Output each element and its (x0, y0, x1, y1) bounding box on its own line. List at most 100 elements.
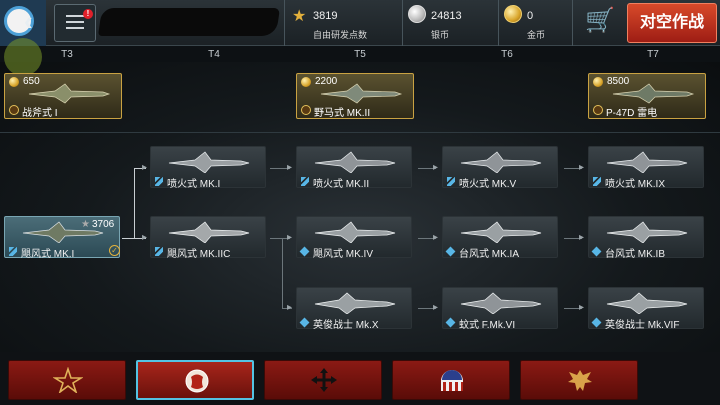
rank-icon (593, 177, 601, 186)
silver-value: 24813 (431, 10, 462, 22)
rank-icon (9, 247, 17, 256)
rank-icon (591, 246, 602, 257)
check-icon: ✓ (109, 245, 120, 256)
plane-card[interactable]: 喷火式 MK.II (296, 146, 412, 190)
arrow-right-icon: ▸ (579, 232, 585, 243)
rank-icon (447, 177, 455, 186)
plane-name: 英俊战士 Mk.X (313, 320, 379, 331)
plane-name: 喷火式 MK.IX (605, 179, 666, 190)
rank-icon (155, 247, 163, 256)
plane-icon (28, 83, 111, 104)
plane-icon (612, 83, 695, 104)
plane-name: 喷火式 MK.V (459, 179, 517, 190)
arrow-right-icon: ▸ (433, 232, 439, 243)
arrow-right-icon: ▸ (287, 302, 293, 313)
arrow-right-icon: ▸ (142, 162, 148, 173)
plane-icon (314, 292, 396, 314)
premium-plane-name: P-47D 雷电 (606, 108, 658, 119)
arrow-right-icon: ▸ (579, 302, 585, 313)
redacted-username (98, 8, 280, 36)
plane-card-start[interactable]: ★ 3706 飓风式 MK.I ✓ (4, 216, 120, 260)
nation-tab-germany[interactable] (520, 360, 638, 400)
plane-name: 喷火式 MK.II (313, 179, 370, 190)
plane-icon (320, 83, 403, 104)
plane-card[interactable]: 飓风式 MK.IV (296, 216, 412, 260)
plane-card[interactable]: 喷火式 MK.V (442, 146, 558, 190)
arrow-right-icon: ▸ (433, 302, 439, 313)
arrow-right-icon: ▸ (142, 232, 148, 243)
menu-button[interactable]: ! (54, 4, 96, 42)
premium-plane-name: 野马式 MK.II (314, 108, 371, 119)
tree-connector (282, 238, 283, 308)
tier-label: T6 (501, 49, 513, 60)
research-points-display: ★ 3819 自由研发点数 (284, 0, 402, 46)
plane-name: 飓风式 MK.IIC (167, 249, 231, 260)
plane-name: 飓风式 MK.IV (313, 249, 374, 260)
arrow-right-icon: ▸ (433, 162, 439, 173)
gold-coin-icon (593, 77, 603, 87)
shop-button[interactable]: 🛒 (572, 0, 622, 46)
plane-card[interactable]: 台风式 MK.IA (442, 216, 558, 260)
premium-plane-card[interactable]: 650 战斧式 I (4, 73, 122, 119)
gold-coin-icon (504, 5, 522, 23)
plane-icon (460, 151, 542, 173)
plane-icon (460, 221, 542, 243)
plane-name: 英俊战士 Mk.VIF (605, 320, 680, 331)
premium-plane-card[interactable]: 2200 野马式 MK.II (296, 73, 414, 119)
plane-card[interactable]: 飓风式 MK.IIC (150, 216, 266, 260)
divider (0, 132, 720, 133)
rank-icon (445, 317, 456, 328)
hamburger-icon (66, 15, 84, 29)
plane-icon (606, 292, 688, 314)
tree-connector (122, 238, 134, 239)
cross-arrows-emblem (311, 368, 337, 392)
plane-icon (168, 151, 250, 173)
top-bar: ‹ ! ★ 3819 自由研发点数 24813 银币 0 金币 🛒 对空作战 (0, 0, 720, 46)
usa-shield-emblem (441, 370, 463, 391)
research-icon: ★ (81, 219, 90, 230)
plane-card[interactable]: 蚊式 F.Mk.VI (442, 287, 558, 331)
tier-label: T5 (354, 49, 366, 60)
premium-plane-card[interactable]: 8500 P-47D 雷电 (588, 73, 706, 119)
floating-assist-dot (4, 38, 42, 76)
plane-icon (606, 151, 688, 173)
gold-display: 0 金币 (498, 0, 572, 46)
plane-card[interactable]: 台风式 MK.IB (588, 216, 704, 260)
rank-icon (299, 246, 310, 257)
plane-icon (606, 221, 688, 243)
plane-card[interactable]: 英俊战士 Mk.X (296, 287, 412, 331)
tree-connector (134, 168, 135, 239)
plane-card[interactable]: 喷火式 MK.I (150, 146, 266, 190)
plane-card[interactable]: 喷火式 MK.IX (588, 146, 704, 190)
research-points-value: 3819 (313, 10, 338, 22)
rank-icon (155, 177, 163, 186)
silver-coin-icon (408, 5, 426, 23)
chevron-left-icon: ‹ (24, 6, 33, 36)
plane-card[interactable]: 英俊战士 Mk.VIF (588, 287, 704, 331)
plane-name: 台风式 MK.IA (459, 249, 520, 260)
premium-rank-icon (9, 105, 19, 115)
battle-button[interactable]: 对空作战 (627, 3, 717, 43)
premium-rank-icon (301, 105, 311, 115)
plane-icon (168, 221, 250, 243)
nation-tab-uk[interactable] (136, 360, 254, 400)
nation-tab-usa[interactable] (392, 360, 510, 400)
gold-label: 金币 (527, 30, 546, 40)
rank-icon (301, 177, 309, 186)
nation-tab-ussr[interactable] (8, 360, 126, 400)
plane-icon (314, 221, 396, 243)
rank-icon (445, 246, 456, 257)
tier-label: T7 (647, 49, 659, 60)
arrow-right-icon: ▸ (287, 162, 293, 173)
ussr-star-emblem (53, 367, 83, 393)
germany-eagle-emblem (568, 370, 592, 391)
research-points-label: 自由研发点数 (313, 30, 368, 40)
rank-icon (591, 317, 602, 328)
tier-label: T4 (208, 49, 220, 60)
rank-icon (299, 317, 310, 328)
plane-name: 喷火式 MK.I (167, 179, 221, 190)
premium-rank-icon (593, 105, 603, 115)
silver-display: 24813 银币 (402, 0, 498, 46)
nation-tab-mixed[interactable] (264, 360, 382, 400)
gold-coin-icon (301, 77, 311, 87)
